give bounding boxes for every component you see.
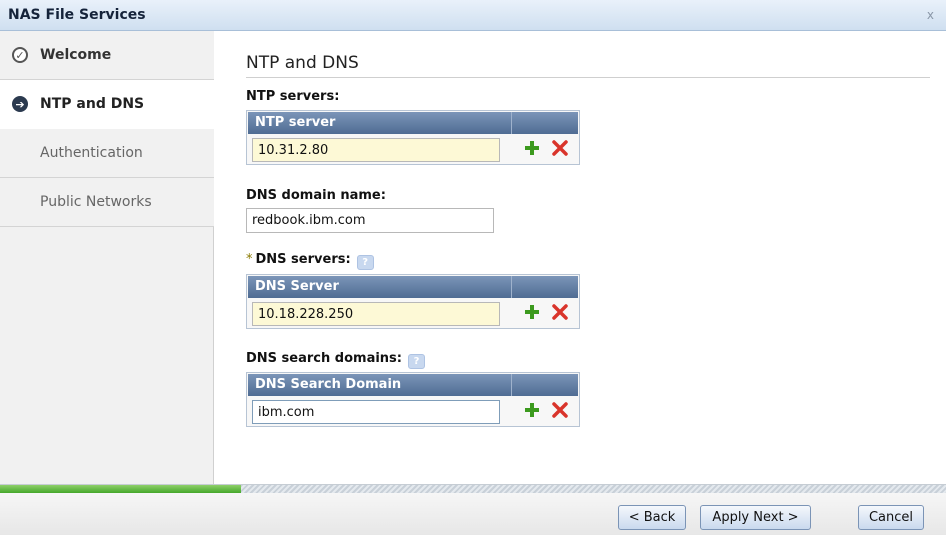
wizard-progress-bar [0, 484, 946, 493]
grid-header: NTP server [248, 112, 578, 134]
window-title: NAS File Services [8, 7, 146, 23]
dns-search-domains-label: DNS search domains: [246, 351, 402, 366]
add-icon[interactable] [524, 402, 540, 418]
close-icon[interactable]: x [927, 8, 934, 22]
required-marker: * [246, 252, 253, 267]
ntp-server-column-header: NTP server [248, 112, 512, 134]
ntp-servers-label: NTP servers: [246, 89, 340, 104]
page-title: NTP and DNS [246, 53, 359, 73]
sidebar-item-label: Authentication [40, 145, 143, 161]
dns-servers-label-row: * DNS servers:? [246, 252, 374, 270]
cancel-button[interactable]: Cancel [858, 505, 924, 530]
sidebar-item-label: Welcome [40, 47, 112, 63]
remove-icon[interactable] [552, 304, 568, 320]
ntp-servers-grid: NTP server [246, 110, 580, 165]
progress-fill [0, 485, 242, 493]
dns-server-input[interactable] [252, 302, 500, 326]
dns-server-column-header: DNS Server [248, 276, 512, 298]
dns-search-domains-grid: DNS Search Domain [246, 372, 580, 427]
help-icon[interactable]: ? [356, 255, 374, 270]
grid-header: DNS Server [248, 276, 578, 298]
remove-icon[interactable] [552, 140, 568, 156]
title-divider [246, 77, 930, 78]
dns-search-label-row: DNS search domains:? [246, 351, 425, 369]
main-panel: NTP and DNS NTP servers: NTP server DNS … [215, 31, 946, 484]
add-icon[interactable] [524, 140, 540, 156]
sidebar-item-authentication[interactable]: Authentication [0, 129, 214, 178]
footer: < Back Apply Next > Cancel [0, 493, 946, 535]
sidebar-item-welcome[interactable]: ✓ Welcome [0, 31, 214, 80]
add-icon[interactable] [524, 304, 540, 320]
title-bar: NAS File Services x [0, 0, 946, 31]
sidebar-item-ntp-and-dns[interactable]: ➔ NTP and DNS [0, 80, 215, 129]
dns-servers-grid: DNS Server [246, 274, 580, 329]
arrow-circle-icon: ➔ [12, 96, 28, 112]
dns-search-domain-input[interactable] [252, 400, 500, 424]
dns-servers-label: DNS servers: [255, 252, 351, 267]
check-circle-icon: ✓ [12, 47, 28, 63]
dns-search-domain-column-header: DNS Search Domain [248, 374, 512, 396]
wizard-sidebar: ✓ Welcome ➔ NTP and DNS Authentication P… [0, 31, 215, 484]
remove-icon[interactable] [552, 402, 568, 418]
ntp-server-input[interactable] [252, 138, 500, 162]
sidebar-item-label: Public Networks [40, 194, 152, 210]
sidebar-item-public-networks[interactable]: Public Networks [0, 178, 214, 227]
grid-header: DNS Search Domain [248, 374, 578, 396]
dns-domain-label: DNS domain name: [246, 188, 386, 203]
dns-domain-input[interactable] [246, 208, 494, 233]
apply-next-button[interactable]: Apply Next > [700, 505, 811, 530]
help-icon[interactable]: ? [408, 354, 425, 369]
sidebar-item-label: NTP and DNS [40, 96, 145, 112]
back-button[interactable]: < Back [618, 505, 686, 530]
